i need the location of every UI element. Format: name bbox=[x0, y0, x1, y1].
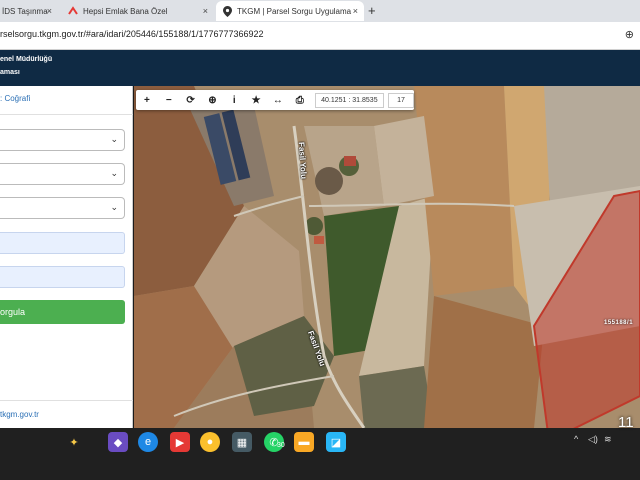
address-bar[interactable]: rselsorgu.tkgm.gov.tr/#ara/idari/205446/… bbox=[0, 22, 640, 50]
close-tab-icon[interactable]: × bbox=[47, 6, 52, 16]
map-toolbar: + − ⟳ ⊕ i ★ ↔ ⎙ 40.1251 : 31.8535 17 bbox=[136, 90, 414, 110]
parcel-number-input[interactable] bbox=[0, 266, 125, 288]
tab-cografi[interactable]: : Coğrafi bbox=[0, 94, 30, 103]
parcel-number-label: 155188/1 bbox=[604, 320, 634, 326]
zoom-out-icon[interactable]: − bbox=[158, 90, 180, 110]
coordinate-readout: 40.1251 : 31.8535 bbox=[314, 92, 385, 108]
query-button[interactable]: orgula bbox=[0, 300, 125, 324]
zoom-level-readout: 17 bbox=[388, 92, 414, 108]
print-icon[interactable]: ⎙ bbox=[289, 90, 311, 110]
site-title-line2: aması bbox=[0, 69, 20, 76]
close-tab-icon[interactable]: × bbox=[353, 6, 358, 16]
tab-title: Hepsi Emlak Bana Özel bbox=[83, 6, 168, 16]
measure-icon[interactable]: ↔ bbox=[267, 90, 289, 110]
wifi-icon[interactable]: ≋ bbox=[604, 434, 612, 445]
tab-ids-tasinma[interactable]: İDS Taşınma × bbox=[0, 1, 58, 21]
tray-expand-icon[interactable]: ^ bbox=[574, 434, 578, 444]
chrome-browser-icon[interactable]: ● bbox=[200, 432, 220, 452]
satellite-map[interactable]: Fasil Yolu Fasil Yolu bbox=[134, 86, 640, 428]
calculator-icon[interactable]: ▦ bbox=[232, 432, 252, 452]
info-icon[interactable]: i bbox=[223, 90, 245, 110]
chevron-down-icon: ⌄ bbox=[110, 168, 118, 178]
new-tab-button[interactable]: + bbox=[368, 3, 376, 18]
copilot-sparkle-icon[interactable]: ✦ bbox=[64, 432, 84, 452]
query-button-label: orgula bbox=[0, 307, 26, 317]
divider bbox=[0, 114, 133, 115]
photos-app-icon[interactable]: ◪ bbox=[326, 432, 346, 452]
zoom-in-icon[interactable]: + bbox=[136, 90, 158, 110]
neighborhood-select[interactable]: ⌄ bbox=[0, 197, 125, 219]
chevron-down-icon: ⌄ bbox=[110, 134, 118, 144]
site-header: enel Müdürlüğü aması bbox=[0, 50, 640, 86]
locate-icon[interactable]: ⊕ bbox=[201, 90, 223, 110]
block-number-input[interactable] bbox=[0, 232, 125, 254]
zoom-icon[interactable]: ⊕ bbox=[625, 28, 634, 41]
province-select[interactable]: ⌄ bbox=[0, 129, 125, 151]
close-tab-icon[interactable]: × bbox=[203, 6, 208, 16]
tab-hepsi-emlak[interactable]: Hepsi Emlak Bana Özel × bbox=[62, 1, 214, 21]
youtube-icon[interactable]: ▶ bbox=[170, 432, 190, 452]
browser-tab-bar: İDS Taşınma × Hepsi Emlak Bana Özel × TK… bbox=[0, 0, 640, 22]
satellite-imagery bbox=[134, 86, 640, 428]
windows-taskbar bbox=[0, 428, 640, 480]
site-title-line1: enel Müdürlüğü bbox=[0, 56, 53, 63]
location-pin-icon bbox=[222, 5, 232, 17]
whatsapp-badge: 30 bbox=[277, 442, 285, 449]
file-explorer-icon[interactable]: ▬ bbox=[294, 432, 314, 452]
district-select[interactable]: ⌄ bbox=[0, 163, 125, 185]
chevron-down-icon: ⌄ bbox=[110, 202, 118, 212]
copilot-app-icon[interactable]: ◆ bbox=[108, 432, 128, 452]
favorite-icon[interactable]: ★ bbox=[245, 90, 267, 110]
panel-footer: tkgm.gov.tr bbox=[0, 400, 133, 428]
url-text[interactable]: rselsorgu.tkgm.gov.tr/#ara/idari/205446/… bbox=[0, 29, 264, 39]
tab-title: İDS Taşınma bbox=[2, 6, 48, 16]
edge-browser-icon[interactable]: e bbox=[138, 432, 158, 452]
query-panel: : Coğrafi ⌄ ⌄ ⌄ orgula tkgm.gov.tr bbox=[0, 86, 133, 428]
footer-link[interactable]: tkgm.gov.tr bbox=[0, 410, 39, 419]
tab-tkgm-parsel-sorgu[interactable]: TKGM | Parsel Sorgu Uygulama × bbox=[216, 1, 364, 21]
hepsiemlak-logo-icon bbox=[68, 6, 78, 16]
volume-icon[interactable]: ◁) bbox=[588, 434, 598, 445]
tab-title: TKGM | Parsel Sorgu Uygulama bbox=[237, 6, 352, 16]
taskbar-clock: 11 bbox=[618, 414, 634, 431]
refresh-icon[interactable]: ⟳ bbox=[180, 90, 202, 110]
